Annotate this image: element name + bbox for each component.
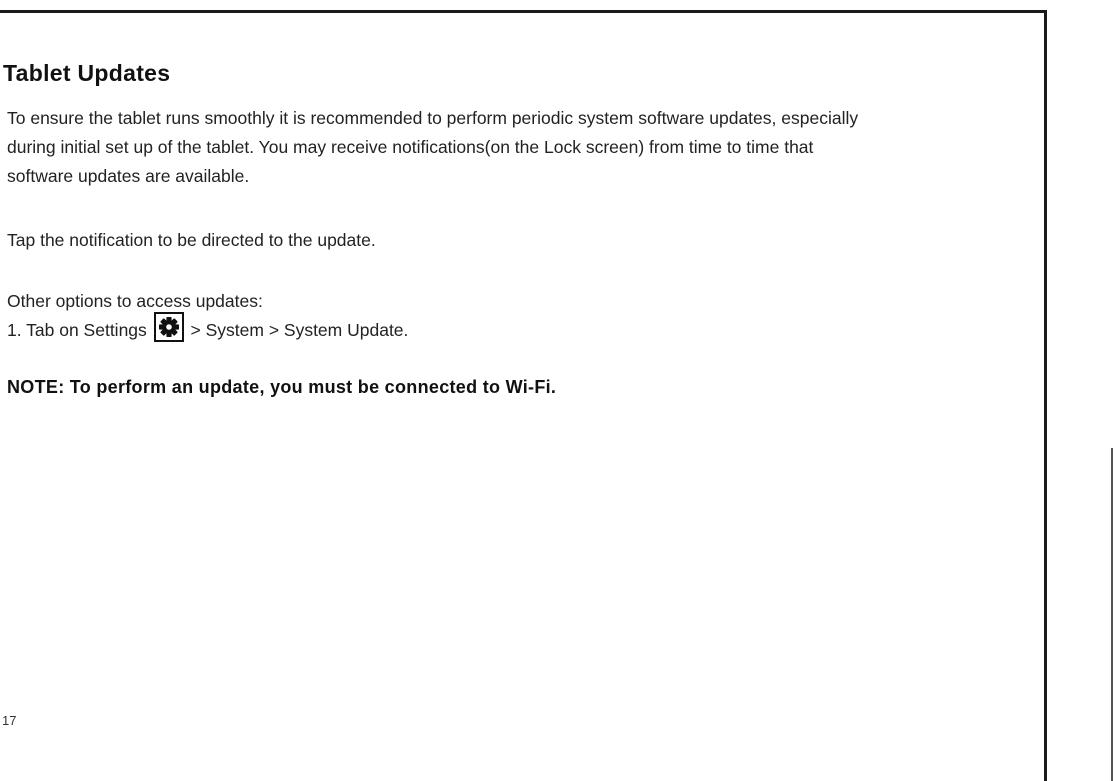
gear-icon-graphic (158, 317, 179, 338)
page-edge-line (1111, 448, 1113, 781)
page-title: Tablet Updates (3, 60, 171, 86)
intro-line-2: during initial set up of the tablet. You… (7, 137, 814, 157)
other-options-paragraph: Other options to access updates: 1. Tab … (7, 287, 408, 345)
gear-icon (153, 312, 184, 343)
intro-line-1: To ensure the tablet runs smoothly it is… (7, 108, 859, 128)
wifi-note: NOTE: To perform an update, you must be … (7, 377, 557, 397)
settings-step-prefix: 1. Tab on Settings (7, 320, 147, 340)
tap-notification-paragraph: Tap the notification to be directed to t… (7, 230, 376, 250)
page-frame-right-border (1044, 10, 1047, 781)
other-options-intro: Other options to access updates: (7, 291, 263, 311)
intro-line-3: software updates are available. (7, 166, 250, 186)
document-page: Tablet Updates To ensure the tablet runs… (0, 0, 1114, 781)
intro-paragraph: To ensure the tablet runs smoothly it is… (7, 104, 858, 191)
page-frame-top-border (0, 10, 1047, 13)
settings-step-suffix: > System > System Update. (190, 320, 409, 340)
page-number: 17 (2, 713, 17, 728)
